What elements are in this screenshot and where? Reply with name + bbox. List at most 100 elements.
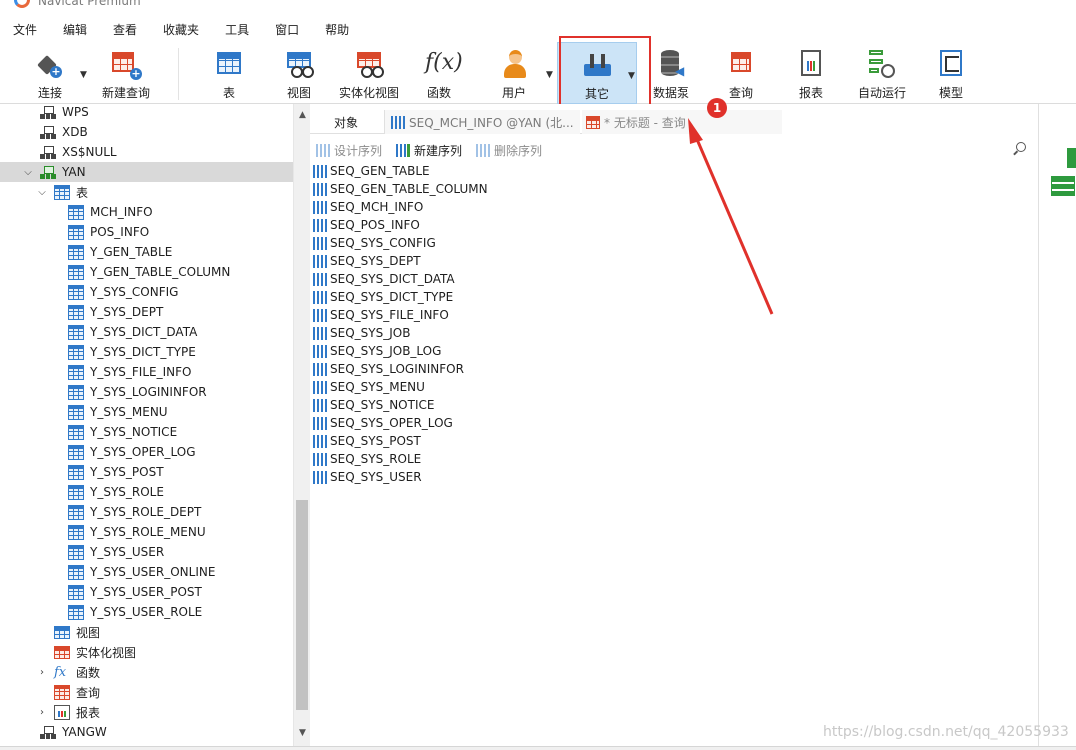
collapse-chevron-icon[interactable]: ⌵ bbox=[36, 187, 48, 198]
tree-item-table[interactable]: Y_SYS_USER_ONLINE bbox=[0, 562, 293, 582]
menu-window[interactable]: 窗口 bbox=[267, 21, 307, 38]
menu-edit[interactable]: 编辑 bbox=[55, 21, 95, 38]
scroll-up-icon[interactable]: ▲ bbox=[294, 110, 311, 120]
data-pump-button[interactable]: ◀ 数据泵 bbox=[644, 42, 698, 102]
expand-chevron-icon[interactable]: › bbox=[36, 707, 48, 718]
user-button[interactable]: 用户 bbox=[488, 42, 540, 102]
delete-sequence-button[interactable]: 删除序列 bbox=[476, 142, 542, 159]
sequence-item[interactable]: SEQ_SYS_FILE_INFO bbox=[313, 306, 449, 324]
tab-query[interactable]: * 无标题 - 查询 bbox=[582, 110, 782, 134]
new-query-button[interactable]: + 新建查询 bbox=[96, 42, 156, 102]
tree-scrollbar[interactable]: ▲ ▼ bbox=[293, 104, 310, 746]
tree-item-table[interactable]: Y_SYS_OPER_LOG bbox=[0, 442, 293, 462]
sequence-label: SEQ_SYS_POST bbox=[330, 434, 421, 448]
tree-item-table[interactable]: Y_SYS_FILE_INFO bbox=[0, 362, 293, 382]
sequence-item[interactable]: SEQ_SYS_DICT_DATA bbox=[313, 270, 455, 288]
tree-item-materialized-views[interactable]: 实体化视图 bbox=[0, 642, 293, 662]
tree-item-yangw[interactable]: YANGW bbox=[0, 722, 293, 742]
tree-item-queries[interactable]: 查询 bbox=[0, 682, 293, 702]
tree-item-xdb[interactable]: XDB bbox=[0, 122, 293, 142]
model-button[interactable]: 模型 bbox=[924, 42, 978, 102]
connect-button[interactable]: + 连接 bbox=[22, 42, 78, 102]
sequence-item[interactable]: SEQ_SYS_MENU bbox=[313, 378, 425, 396]
tree-item-table[interactable]: Y_SYS_MENU bbox=[0, 402, 293, 422]
menu-favorites[interactable]: 收藏夹 bbox=[155, 21, 207, 38]
tree-item-xsnull[interactable]: XS$NULL bbox=[0, 142, 293, 162]
sequence-item[interactable]: SEQ_MCH_INFO bbox=[313, 198, 423, 216]
tree-item-table[interactable]: Y_SYS_DICT_TYPE bbox=[0, 342, 293, 362]
sequence-item[interactable]: SEQ_SYS_JOB_LOG bbox=[313, 342, 441, 360]
view-button[interactable]: 视图 bbox=[272, 42, 326, 102]
tree-item-table[interactable]: Y_SYS_USER_POST bbox=[0, 582, 293, 602]
tree-item-table[interactable]: Y_GEN_TABLE bbox=[0, 242, 293, 262]
tree-item-table[interactable]: Y_SYS_DEPT bbox=[0, 302, 293, 322]
tab-objects[interactable]: 对象 bbox=[330, 110, 382, 134]
menu-help[interactable]: 帮助 bbox=[317, 21, 357, 38]
sequence-item[interactable]: SEQ_GEN_TABLE_COLUMN bbox=[313, 180, 488, 198]
automation-button[interactable]: 自动运行 bbox=[850, 42, 914, 102]
scroll-down-icon[interactable]: ▼ bbox=[294, 728, 311, 738]
tree-item-tables[interactable]: ⌵ 表 bbox=[0, 182, 293, 202]
expand-chevron-icon[interactable]: › bbox=[36, 667, 48, 678]
user-dropdown-icon[interactable]: ▼ bbox=[546, 70, 553, 80]
scrollbar-thumb[interactable] bbox=[296, 500, 308, 710]
tree-item-table[interactable]: Y_GEN_TABLE_COLUMN bbox=[0, 262, 293, 282]
tree-item-functions[interactable]: › fx 函数 bbox=[0, 662, 293, 682]
tree-item-table[interactable]: Y_SYS_POST bbox=[0, 462, 293, 482]
menu-tools[interactable]: 工具 bbox=[217, 21, 257, 38]
table-button[interactable]: 表 bbox=[203, 42, 255, 102]
tree-item-table[interactable]: Y_SYS_CONFIG bbox=[0, 282, 293, 302]
sequence-item[interactable]: SEQ_SYS_LOGININFOR bbox=[313, 360, 464, 378]
tree-label: Y_SYS_USER bbox=[90, 545, 165, 559]
tree-item-table[interactable]: Y_SYS_ROLE_DEPT bbox=[0, 502, 293, 522]
menu-view[interactable]: 查看 bbox=[105, 21, 145, 38]
tree-item-yan[interactable]: ⌵ YAN bbox=[0, 162, 293, 182]
info-object-icon[interactable] bbox=[1067, 148, 1076, 168]
sequence-item[interactable]: SEQ_SYS_JOB bbox=[313, 324, 410, 342]
sequence-label: SEQ_SYS_FILE_INFO bbox=[330, 308, 449, 322]
search-icon[interactable] bbox=[1012, 142, 1026, 156]
sequence-icon bbox=[313, 398, 327, 412]
connect-dropdown-icon[interactable]: ▼ bbox=[80, 70, 87, 80]
function-button[interactable]: f(x) 函数 bbox=[412, 42, 466, 102]
sequence-item[interactable]: SEQ_SYS_POST bbox=[313, 432, 421, 450]
info-table-icon[interactable] bbox=[1051, 176, 1075, 196]
tab-sequence[interactable]: SEQ_MCH_INFO @YAN (北... bbox=[384, 110, 580, 134]
tab-label: * 无标题 - 查询 bbox=[604, 115, 686, 130]
tree-item-table[interactable]: MCH_INFO bbox=[0, 202, 293, 222]
new-sequence-button[interactable]: 新建序列 bbox=[396, 142, 462, 159]
tree-label: POS_INFO bbox=[90, 225, 150, 239]
tree-item-wps[interactable]: WPS bbox=[0, 104, 293, 122]
tree-item-reports[interactable]: › 报表 bbox=[0, 702, 293, 722]
sequence-item[interactable]: SEQ_SYS_DEPT bbox=[313, 252, 421, 270]
sequence-item[interactable]: SEQ_SYS_OPER_LOG bbox=[313, 414, 453, 432]
tree-item-table[interactable]: POS_INFO bbox=[0, 222, 293, 242]
sequence-label: SEQ_SYS_OPER_LOG bbox=[330, 416, 453, 430]
tree-item-table[interactable]: Y_SYS_USER_ROLE bbox=[0, 602, 293, 622]
menu-file[interactable]: 文件 bbox=[5, 21, 45, 38]
sequence-item[interactable]: SEQ_SYS_CONFIG bbox=[313, 234, 436, 252]
sequence-icon bbox=[313, 290, 327, 304]
query-button[interactable]: 查询 bbox=[714, 42, 768, 102]
sequence-item[interactable]: SEQ_POS_INFO bbox=[313, 216, 420, 234]
tree-item-table[interactable]: Y_SYS_USER bbox=[0, 542, 293, 562]
tree-item-table[interactable]: Y_SYS_ROLE_MENU bbox=[0, 522, 293, 542]
tree-item-table[interactable]: Y_SYS_DICT_DATA bbox=[0, 322, 293, 342]
report-button[interactable]: 报表 bbox=[784, 42, 838, 102]
tree-item-views[interactable]: 视图 bbox=[0, 622, 293, 642]
tree-label: MCH_INFO bbox=[90, 205, 153, 219]
tree-item-table[interactable]: Y_SYS_NOTICE bbox=[0, 422, 293, 442]
sequence-item[interactable]: SEQ_GEN_TABLE bbox=[313, 162, 430, 180]
materialized-view-icon bbox=[353, 48, 385, 80]
other-dropdown-icon[interactable]: ▼ bbox=[628, 71, 635, 81]
sequence-item[interactable]: SEQ_SYS_DICT_TYPE bbox=[313, 288, 453, 306]
collapse-chevron-icon[interactable]: ⌵ bbox=[22, 167, 34, 178]
sequence-item[interactable]: SEQ_SYS_NOTICE bbox=[313, 396, 434, 414]
tree-item-table[interactable]: Y_SYS_LOGININFOR bbox=[0, 382, 293, 402]
sequence-item[interactable]: SEQ_SYS_ROLE bbox=[313, 450, 421, 468]
tree-item-table[interactable]: Y_SYS_ROLE bbox=[0, 482, 293, 502]
sequence-item[interactable]: SEQ_SYS_USER bbox=[313, 468, 422, 486]
design-sequence-button[interactable]: 设计序列 bbox=[316, 142, 382, 159]
materialized-view-button[interactable]: 实体化视图 bbox=[336, 42, 402, 102]
other-button[interactable]: 其它 ▼ bbox=[557, 42, 637, 104]
